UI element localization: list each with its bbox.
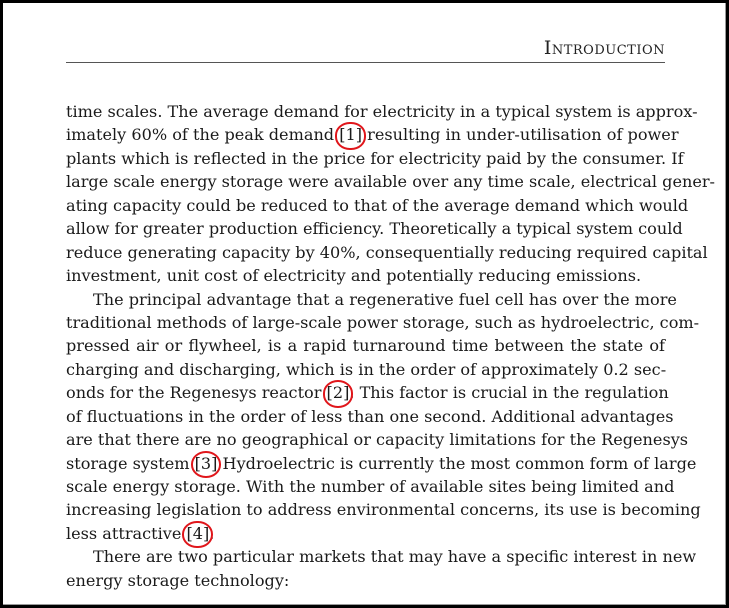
text-line: are that there are no geographical or ca…: [66, 428, 688, 451]
text-segment: investment, unit cost of electricity and…: [66, 266, 642, 286]
text-segment: ating capacity could be reduced to that …: [66, 195, 689, 215]
text-line: plants which is reflected in the price f…: [66, 147, 684, 170]
text-segment: scale energy storage. With the number of…: [66, 477, 675, 496]
document-page: Introduction time scales. The average de…: [3, 3, 726, 605]
paragraph: The principal advantage that a regenerat…: [66, 288, 701, 549]
paragraph: time scales. The average demand for elec…: [66, 100, 715, 288]
text-line: large scale energy storage were availabl…: [66, 170, 715, 193]
text-segment: There are two particular markets that ma…: [93, 547, 697, 567]
text-line: energy storage technology:: [66, 569, 665, 592]
text-line: investment, unit cost of electricity and…: [66, 264, 665, 287]
text-line: traditional methods of large-scale power…: [66, 311, 699, 334]
text-line: There are two particular markets that ma…: [66, 545, 696, 568]
text-segment: resulting in under-utilisation of power: [362, 125, 679, 145]
text-segment: charging and discharging, which is in th…: [66, 359, 667, 379]
body-text: time scales. The average demand for elec…: [66, 100, 715, 592]
text-segment: reduce generating capacity by 40%, conse…: [66, 242, 708, 262]
text-line: increasing legislation to address enviro…: [66, 498, 701, 521]
citation-circled[interactable]: [3]: [190, 450, 222, 479]
citation-circled[interactable]: [4]: [182, 520, 214, 549]
text-segment: imately 60% of the peak demand: [66, 125, 340, 145]
text-segment: energy storage technology:: [66, 570, 290, 590]
header-rule: [66, 62, 665, 63]
text-segment: The principal advantage that a regenerat…: [93, 289, 677, 309]
text-line: The principal advantage that a regenerat…: [66, 288, 677, 311]
text-segment: of fluctuations in the order of less tha…: [66, 406, 674, 426]
text-line: charging and discharging, which is in th…: [66, 358, 667, 381]
text-segment: large scale energy storage were availabl…: [66, 172, 715, 192]
citation-circled[interactable]: [2]: [322, 380, 354, 409]
text-line: imately 60% of the peak demand [1] resul…: [66, 122, 679, 151]
text-line: of fluctuations in the order of less tha…: [66, 405, 674, 428]
text-line: allow for greater production efficiency.…: [66, 217, 683, 240]
text-segment: increasing legislation to address enviro…: [66, 500, 701, 520]
text-line: storage system [3] Hydroelectric is curr…: [66, 450, 696, 479]
text-segment: traditional methods of large-scale power…: [66, 312, 700, 332]
text-segment: plants which is reflected in the price f…: [66, 148, 684, 168]
text-line: time scales. The average demand for elec…: [66, 100, 698, 123]
text-line: onds for the Regenesys reactor [2]. This…: [66, 380, 669, 409]
text-line: ating capacity could be reduced to that …: [66, 194, 688, 217]
text-segment: pressed air or flywheel, is a rapid turn…: [66, 336, 665, 356]
text-segment: Hydroelectric is currently the most comm…: [217, 453, 697, 473]
citation-circled[interactable]: [1]: [335, 122, 366, 151]
text-segment: less attractive: [66, 523, 187, 543]
text-line: pressed air or flywheel, is a rapid turn…: [66, 334, 665, 357]
text-line: reduce generating capacity by 40%, conse…: [66, 241, 708, 264]
text-segment: are that there are no geographical or ca…: [66, 430, 689, 450]
text-segment: onds for the Regenesys reactor: [66, 383, 327, 403]
text-segment: storage system: [66, 453, 195, 473]
text-line: scale energy storage. With the number of…: [66, 475, 674, 498]
text-segment: . This factor is crucial in the regulati…: [349, 383, 669, 403]
text-line: less attractive [4].: [66, 520, 665, 549]
running-header-title: Introduction: [543, 37, 665, 59]
text-segment: time scales. The average demand for elec…: [66, 102, 698, 121]
text-segment: allow for greater production efficiency.…: [66, 219, 683, 239]
paragraph: There are two particular markets that ma…: [66, 545, 696, 592]
